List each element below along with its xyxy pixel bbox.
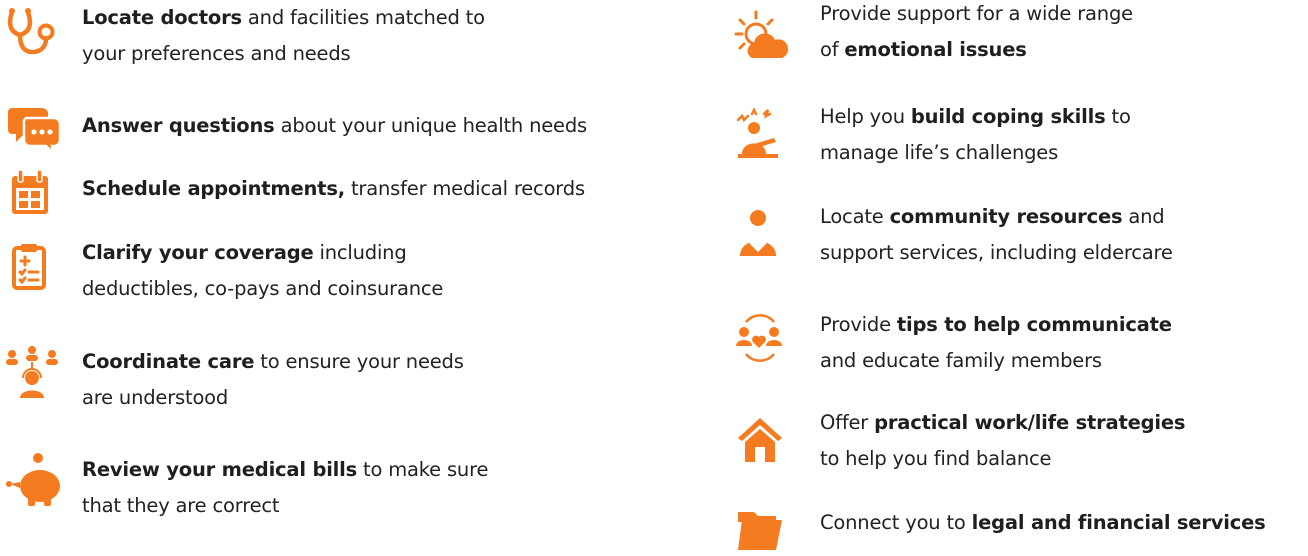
item-line: Locate community resources and bbox=[820, 205, 1165, 228]
item-line: Coordinate care to ensure your needs bbox=[82, 350, 464, 373]
item-line: deductibles, co-pays and coinsurance bbox=[82, 277, 444, 300]
item-line: Connect you to legal and financial servi… bbox=[820, 511, 1266, 534]
item-line: are understood bbox=[82, 386, 229, 409]
stressed-person-icon bbox=[734, 108, 790, 164]
sun-cloud-icon bbox=[734, 10, 790, 66]
item-line: Review your medical bills to make sure bbox=[82, 458, 489, 481]
calendar-icon bbox=[6, 164, 62, 220]
item-line: Answer questions about your unique healt… bbox=[82, 114, 587, 137]
item-line: Locate doctors and facilities matched to bbox=[82, 6, 485, 29]
item-line: Schedule appointments, transfer medical … bbox=[82, 177, 585, 200]
item-line: Provide tips to help communicate bbox=[820, 313, 1172, 336]
family-heart-icon bbox=[734, 310, 790, 366]
item-line: your preferences and needs bbox=[82, 42, 351, 65]
item-line: and educate family members bbox=[820, 349, 1102, 372]
item-line: support services, including eldercare bbox=[820, 241, 1173, 264]
item-line: Help you build coping skills to bbox=[820, 105, 1131, 128]
item-line: of emotional issues bbox=[820, 38, 1027, 61]
clipboard-icon bbox=[8, 240, 64, 296]
item-line: that they are correct bbox=[82, 494, 280, 517]
item-line: Offer practical work/life strategies bbox=[820, 411, 1186, 434]
page: { "accent_color": "#f47b20", "left_colum… bbox=[0, 0, 1308, 550]
stethoscope-icon bbox=[4, 2, 60, 58]
item-line: Provide support for a wide range bbox=[820, 2, 1133, 25]
item-line: to help you find balance bbox=[820, 447, 1052, 470]
piggy-bank-icon bbox=[6, 452, 62, 508]
care-team-icon bbox=[4, 344, 60, 400]
item-line: manage life’s challenges bbox=[820, 141, 1059, 164]
chat-bubbles-icon bbox=[6, 100, 62, 156]
folder-icon bbox=[736, 500, 792, 556]
house-icon bbox=[736, 414, 792, 470]
person-heart-icon bbox=[734, 206, 790, 262]
item-line: Clarify your coverage including bbox=[82, 241, 407, 264]
